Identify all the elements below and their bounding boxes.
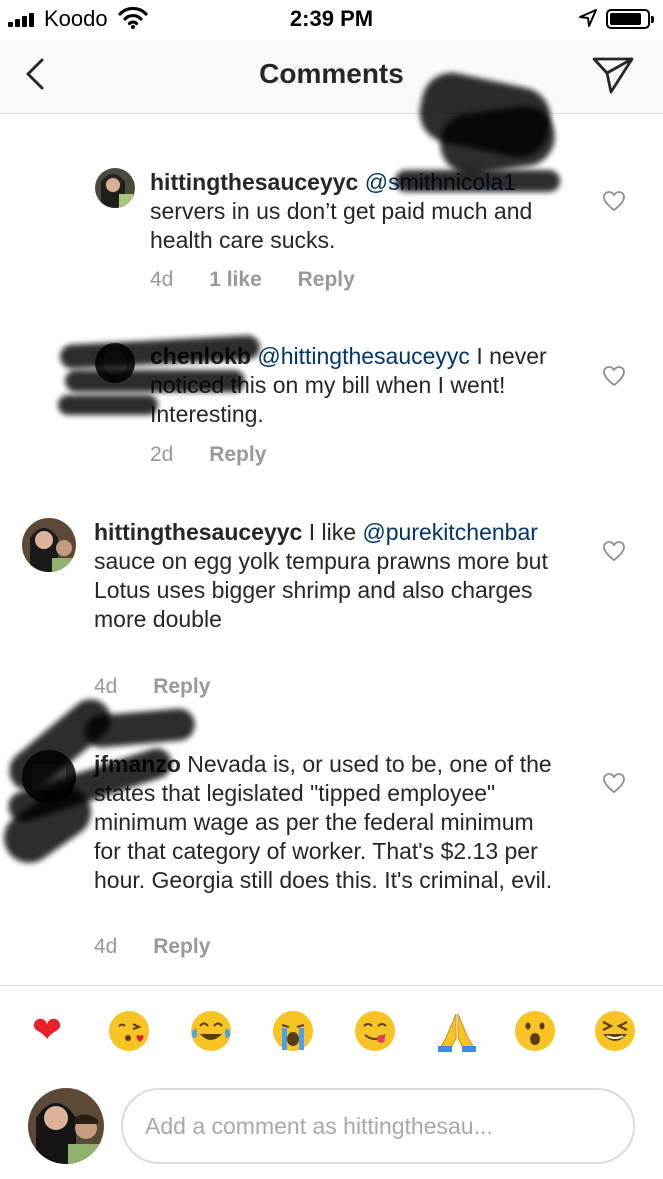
red-heart-icon[interactable]: ❤: [24, 1008, 70, 1054]
comment-age: 4d: [94, 675, 118, 698]
comments-header: Comments: [0, 40, 663, 114]
avatar[interactable]: [22, 750, 76, 804]
comment-input[interactable]: [121, 1088, 635, 1164]
comment-mention[interactable]: @smithnicola1: [365, 169, 516, 195]
redaction-scribble: [83, 707, 197, 749]
face-blowing-kiss-icon[interactable]: [106, 1008, 152, 1054]
current-user-avatar[interactable]: [28, 1088, 104, 1164]
comment-mention[interactable]: @purekitchenbar: [362, 519, 538, 545]
loudly-crying-face-icon[interactable]: [270, 1008, 316, 1054]
avatar[interactable]: [95, 343, 135, 383]
redaction-scribble: [58, 395, 158, 415]
like-heart-icon[interactable]: [602, 190, 626, 212]
avatar[interactable]: [95, 168, 135, 208]
comment-username[interactable]: jfmanzo: [94, 751, 181, 777]
comment-username[interactable]: chenlokb: [150, 343, 251, 369]
squinting-face-icon[interactable]: [592, 1008, 638, 1054]
face-tears-of-joy-icon[interactable]: [188, 1008, 234, 1054]
comment-text: servers in us don’t get paid much and he…: [150, 198, 533, 253]
emoji-quick-bar: ❤: [0, 985, 663, 1080]
comment-age: 4d: [94, 935, 118, 958]
battery-icon: [606, 9, 654, 29]
face-savoring-food-icon[interactable]: [352, 1008, 398, 1054]
reply-button[interactable]: Reply: [209, 443, 266, 466]
comment-text: I like: [308, 519, 357, 545]
reply-button[interactable]: Reply: [153, 675, 210, 698]
reply-button[interactable]: Reply: [298, 268, 355, 291]
status-time: 2:39 PM: [289, 6, 374, 31]
comment-text-continued: sauce on egg yolk tempura prawns more bu…: [94, 548, 548, 632]
folded-hands-icon[interactable]: [434, 1008, 480, 1054]
page-title: Comments: [259, 58, 404, 89]
avatar[interactable]: [22, 518, 76, 572]
direct-send-icon[interactable]: [590, 52, 636, 98]
like-heart-icon[interactable]: [602, 772, 626, 794]
comment-age: 2d: [150, 443, 174, 466]
reply-button[interactable]: Reply: [153, 935, 210, 958]
comment-likes[interactable]: 1 like: [209, 268, 262, 291]
comment-username[interactable]: hittingthesauceyyc: [94, 519, 302, 545]
comment-age: 4d: [150, 268, 174, 291]
like-heart-icon[interactable]: [602, 540, 626, 562]
status-bar: Koodo 2:39 PM: [0, 0, 663, 40]
comment-mention[interactable]: @hittingthesauceyyc: [257, 343, 470, 369]
comment-username[interactable]: hittingthesauceyyc: [150, 169, 358, 195]
location-arrow-icon: [579, 9, 597, 27]
face-open-mouth-icon[interactable]: [512, 1008, 558, 1054]
like-heart-icon[interactable]: [602, 365, 626, 387]
